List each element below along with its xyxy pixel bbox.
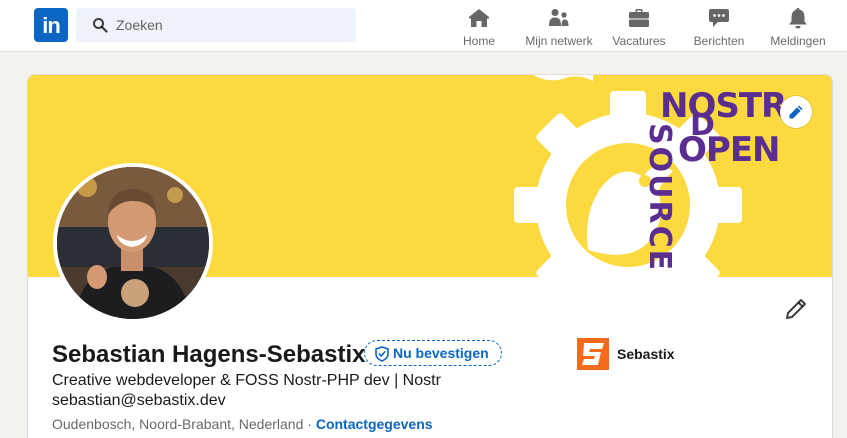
search-placeholder: Zoeken <box>116 17 163 33</box>
profile-card: NOSTR D OPEN SOURCE Sebastian Hagens-Seb… <box>27 74 833 438</box>
profile-headline: Creative webdeveloper & FOSS Nostr-PHP d… <box>52 372 441 409</box>
profile-location-line: Oudenbosch, Noord-Brabant, Nederland · C… <box>52 416 433 432</box>
company-name: Sebastix <box>617 346 675 362</box>
top-nav: in Zoeken Home Mijn netwerk Vacatures Be… <box>0 0 847 52</box>
linkedin-logo[interactable]: in <box>34 8 68 42</box>
pencil-icon <box>789 105 803 119</box>
nav-home-label: Home <box>462 34 495 48</box>
banner-word-source: SOURCE <box>642 123 677 272</box>
banner-word-open: OPEN <box>678 130 780 170</box>
nav-notifications[interactable]: Meldingen <box>767 4 829 48</box>
contact-info-link[interactable]: Contactgegevens <box>316 416 433 432</box>
nav-network[interactable]: Mijn netwerk <box>520 4 598 48</box>
profile-name: Sebastian Hagens-Sebastix <box>52 341 366 368</box>
home-icon <box>469 9 489 27</box>
profile-location: Oudenbosch, Noord-Brabant, Nederland <box>52 416 304 432</box>
company-logo <box>577 338 609 370</box>
verify-now-label: Nu bevestigen <box>393 345 489 361</box>
search-input[interactable]: Zoeken <box>76 8 356 42</box>
banner-word-nostr: NOSTR <box>660 86 787 126</box>
nav-jobs[interactable]: Vacatures <box>609 4 669 48</box>
profile-photo[interactable] <box>53 163 213 323</box>
edit-banner-button[interactable] <box>780 96 812 128</box>
verify-now-button[interactable]: Nu bevestigen <box>364 340 502 366</box>
nav-jobs-label: Vacatures <box>612 34 666 48</box>
nav-home[interactable]: Home <box>459 4 499 48</box>
sebastix-logo-icon <box>577 338 609 370</box>
network-icon <box>549 9 569 26</box>
nav-messages-label: Berichten <box>693 34 745 48</box>
shield-check-icon <box>375 346 389 362</box>
nav-messages[interactable]: Berichten <box>690 4 748 48</box>
profile-photo-image <box>57 167 209 319</box>
bell-icon <box>789 8 807 29</box>
nav-network-label: Mijn netwerk <box>525 34 593 48</box>
nav-notifications-label: Meldingen <box>770 34 826 48</box>
messages-icon <box>709 9 729 27</box>
briefcase-icon <box>629 9 649 27</box>
location-separator: · <box>307 416 312 432</box>
search-icon <box>93 18 108 33</box>
edit-profile-button[interactable] <box>782 295 810 323</box>
pencil-icon <box>786 299 806 319</box>
